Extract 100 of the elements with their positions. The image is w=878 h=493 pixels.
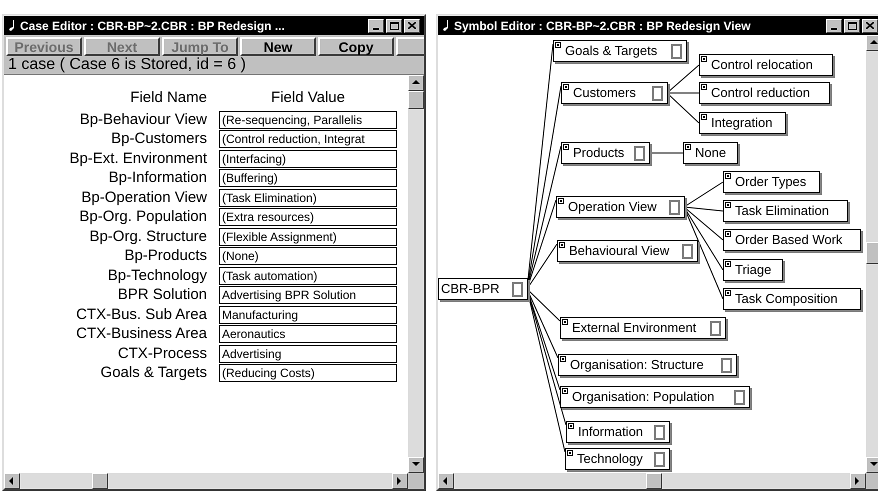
scroll-arrow-button[interactable] [438, 473, 454, 489]
value-field[interactable]: (Reducing Costs) [219, 364, 397, 382]
expander-icon[interactable] [669, 200, 680, 215]
value-field[interactable]: (Task automation) [219, 266, 397, 285]
handle-icon[interactable] [701, 56, 707, 62]
handle-icon[interactable] [567, 450, 573, 456]
value-field[interactable]: (Interfacing) [219, 150, 397, 168]
value-field[interactable]: Advertising [219, 344, 397, 363]
diagram-node[interactable]: Organisation: Structure [558, 354, 737, 376]
value-field[interactable]: Manufacturing [219, 306, 397, 324]
diagram-node[interactable]: Information [566, 421, 670, 443]
maximize-button[interactable] [386, 18, 402, 32]
value-field[interactable]: (Flexible Assignment) [219, 228, 397, 246]
scroll-thumb[interactable] [866, 242, 878, 264]
diagram-node[interactable]: Behavioural View [557, 240, 698, 262]
scroll-arrow-button[interactable] [408, 75, 424, 91]
scroll-thumb[interactable] [408, 91, 424, 109]
scroll-arrow-button[interactable] [866, 457, 878, 473]
value-field[interactable]: (Re-sequencing, Parallelis [219, 110, 397, 129]
diagram-node[interactable]: Triage [723, 259, 783, 281]
diagram-node[interactable]: Operation View [556, 196, 685, 218]
handle-icon[interactable] [562, 388, 568, 394]
value-field[interactable]: (None) [219, 247, 397, 266]
expander-icon[interactable] [710, 321, 721, 336]
vertical-scrollbar[interactable] [866, 35, 878, 473]
close-button[interactable] [404, 18, 420, 32]
diagram-node[interactable]: Control reduction [699, 82, 830, 104]
horizontal-scrollbar[interactable] [438, 473, 866, 489]
diagram-node[interactable]: Organisation: Population [560, 386, 750, 408]
toolbar-button[interactable]: Copy [318, 37, 394, 56]
handle-icon[interactable] [559, 242, 565, 248]
diagram-node[interactable]: Control relocation [699, 54, 833, 76]
expander-icon[interactable] [734, 390, 745, 405]
minimize-button[interactable] [826, 18, 842, 32]
handle-icon[interactable] [563, 144, 569, 150]
diagram-node[interactable]: Customers [561, 82, 668, 104]
field-name: Bp-Org. Population [78, 208, 207, 226]
diagram-node[interactable]: Order Based Work [723, 229, 861, 251]
value-field[interactable]: (Extra resources) [219, 208, 397, 226]
toolbar-button[interactable] [396, 37, 424, 56]
value-field[interactable]: Advertising BPR Solution [219, 286, 397, 304]
expander-icon[interactable] [671, 44, 682, 59]
value-field[interactable]: (Control reduction, Integrat [219, 130, 397, 148]
diagram-node[interactable]: Goals & Targets [553, 40, 687, 62]
node-label: External Environment [572, 319, 696, 338]
horizontal-scrollbar[interactable] [4, 473, 408, 489]
scroll-arrow-button[interactable] [850, 473, 866, 489]
diagram-node[interactable]: CBR-BPR [438, 278, 528, 300]
handle-icon[interactable] [560, 356, 566, 362]
expander-icon[interactable] [512, 282, 523, 297]
field-name: BPR Solution [116, 286, 207, 304]
diagram-node[interactable]: Task Composition [723, 288, 861, 310]
value-field[interactable]: (Buffering) [219, 169, 397, 188]
diagram-node[interactable]: Integration [699, 112, 786, 134]
expander-icon[interactable] [654, 452, 665, 467]
scroll-arrow-button[interactable] [392, 473, 408, 489]
handle-icon[interactable] [725, 231, 731, 237]
node-label: Organisation: Structure [570, 356, 704, 374]
app-icon [442, 20, 450, 32]
expander-icon[interactable] [682, 244, 693, 259]
handle-icon[interactable] [558, 198, 564, 204]
toolbar-button[interactable]: New [240, 37, 316, 56]
expander-icon[interactable] [721, 358, 732, 373]
diagram-node[interactable]: Task Elimination [723, 200, 848, 222]
maximize-button[interactable] [844, 18, 860, 32]
node-label: CBR-BPR [440, 280, 500, 298]
handle-icon[interactable] [725, 261, 731, 267]
close-button[interactable] [862, 18, 878, 32]
value-field[interactable]: (Task Elimination) [219, 188, 397, 207]
diagram-node[interactable]: Order Types [723, 171, 820, 193]
field-name: CTX-Business Area [75, 325, 207, 344]
handle-icon[interactable] [725, 173, 731, 179]
handle-icon[interactable] [555, 42, 561, 48]
expander-icon[interactable] [652, 86, 663, 101]
handle-icon[interactable] [685, 144, 691, 150]
handle-icon[interactable] [562, 319, 568, 325]
diagram-node[interactable]: Products [561, 142, 650, 164]
value-field[interactable]: Aeronautics [219, 325, 397, 344]
diagram-node[interactable]: None [683, 142, 738, 164]
diagram-node[interactable]: External Environment [560, 317, 726, 339]
node-label: Order Types [735, 173, 806, 192]
node-label: Information [578, 423, 644, 442]
handle-icon[interactable] [701, 114, 707, 120]
handle-icon[interactable] [725, 290, 731, 296]
handle-icon[interactable] [725, 202, 731, 208]
vertical-scrollbar[interactable] [408, 75, 424, 473]
scroll-arrow-button[interactable] [4, 473, 20, 489]
node-label: None [695, 144, 726, 162]
scroll-arrow-button[interactable] [866, 35, 878, 51]
handle-icon[interactable] [568, 423, 574, 429]
scroll-thumb[interactable] [646, 473, 662, 489]
diagram-node[interactable]: Technology [565, 448, 670, 470]
expander-icon[interactable] [654, 425, 665, 440]
handle-icon[interactable] [563, 84, 569, 90]
scroll-arrow-button[interactable] [408, 457, 424, 473]
field-name: Bp-Org. Structure [88, 228, 207, 246]
scroll-thumb[interactable] [92, 473, 108, 489]
handle-icon[interactable] [701, 84, 707, 90]
expander-icon[interactable] [634, 146, 645, 161]
minimize-button[interactable] [368, 18, 384, 32]
